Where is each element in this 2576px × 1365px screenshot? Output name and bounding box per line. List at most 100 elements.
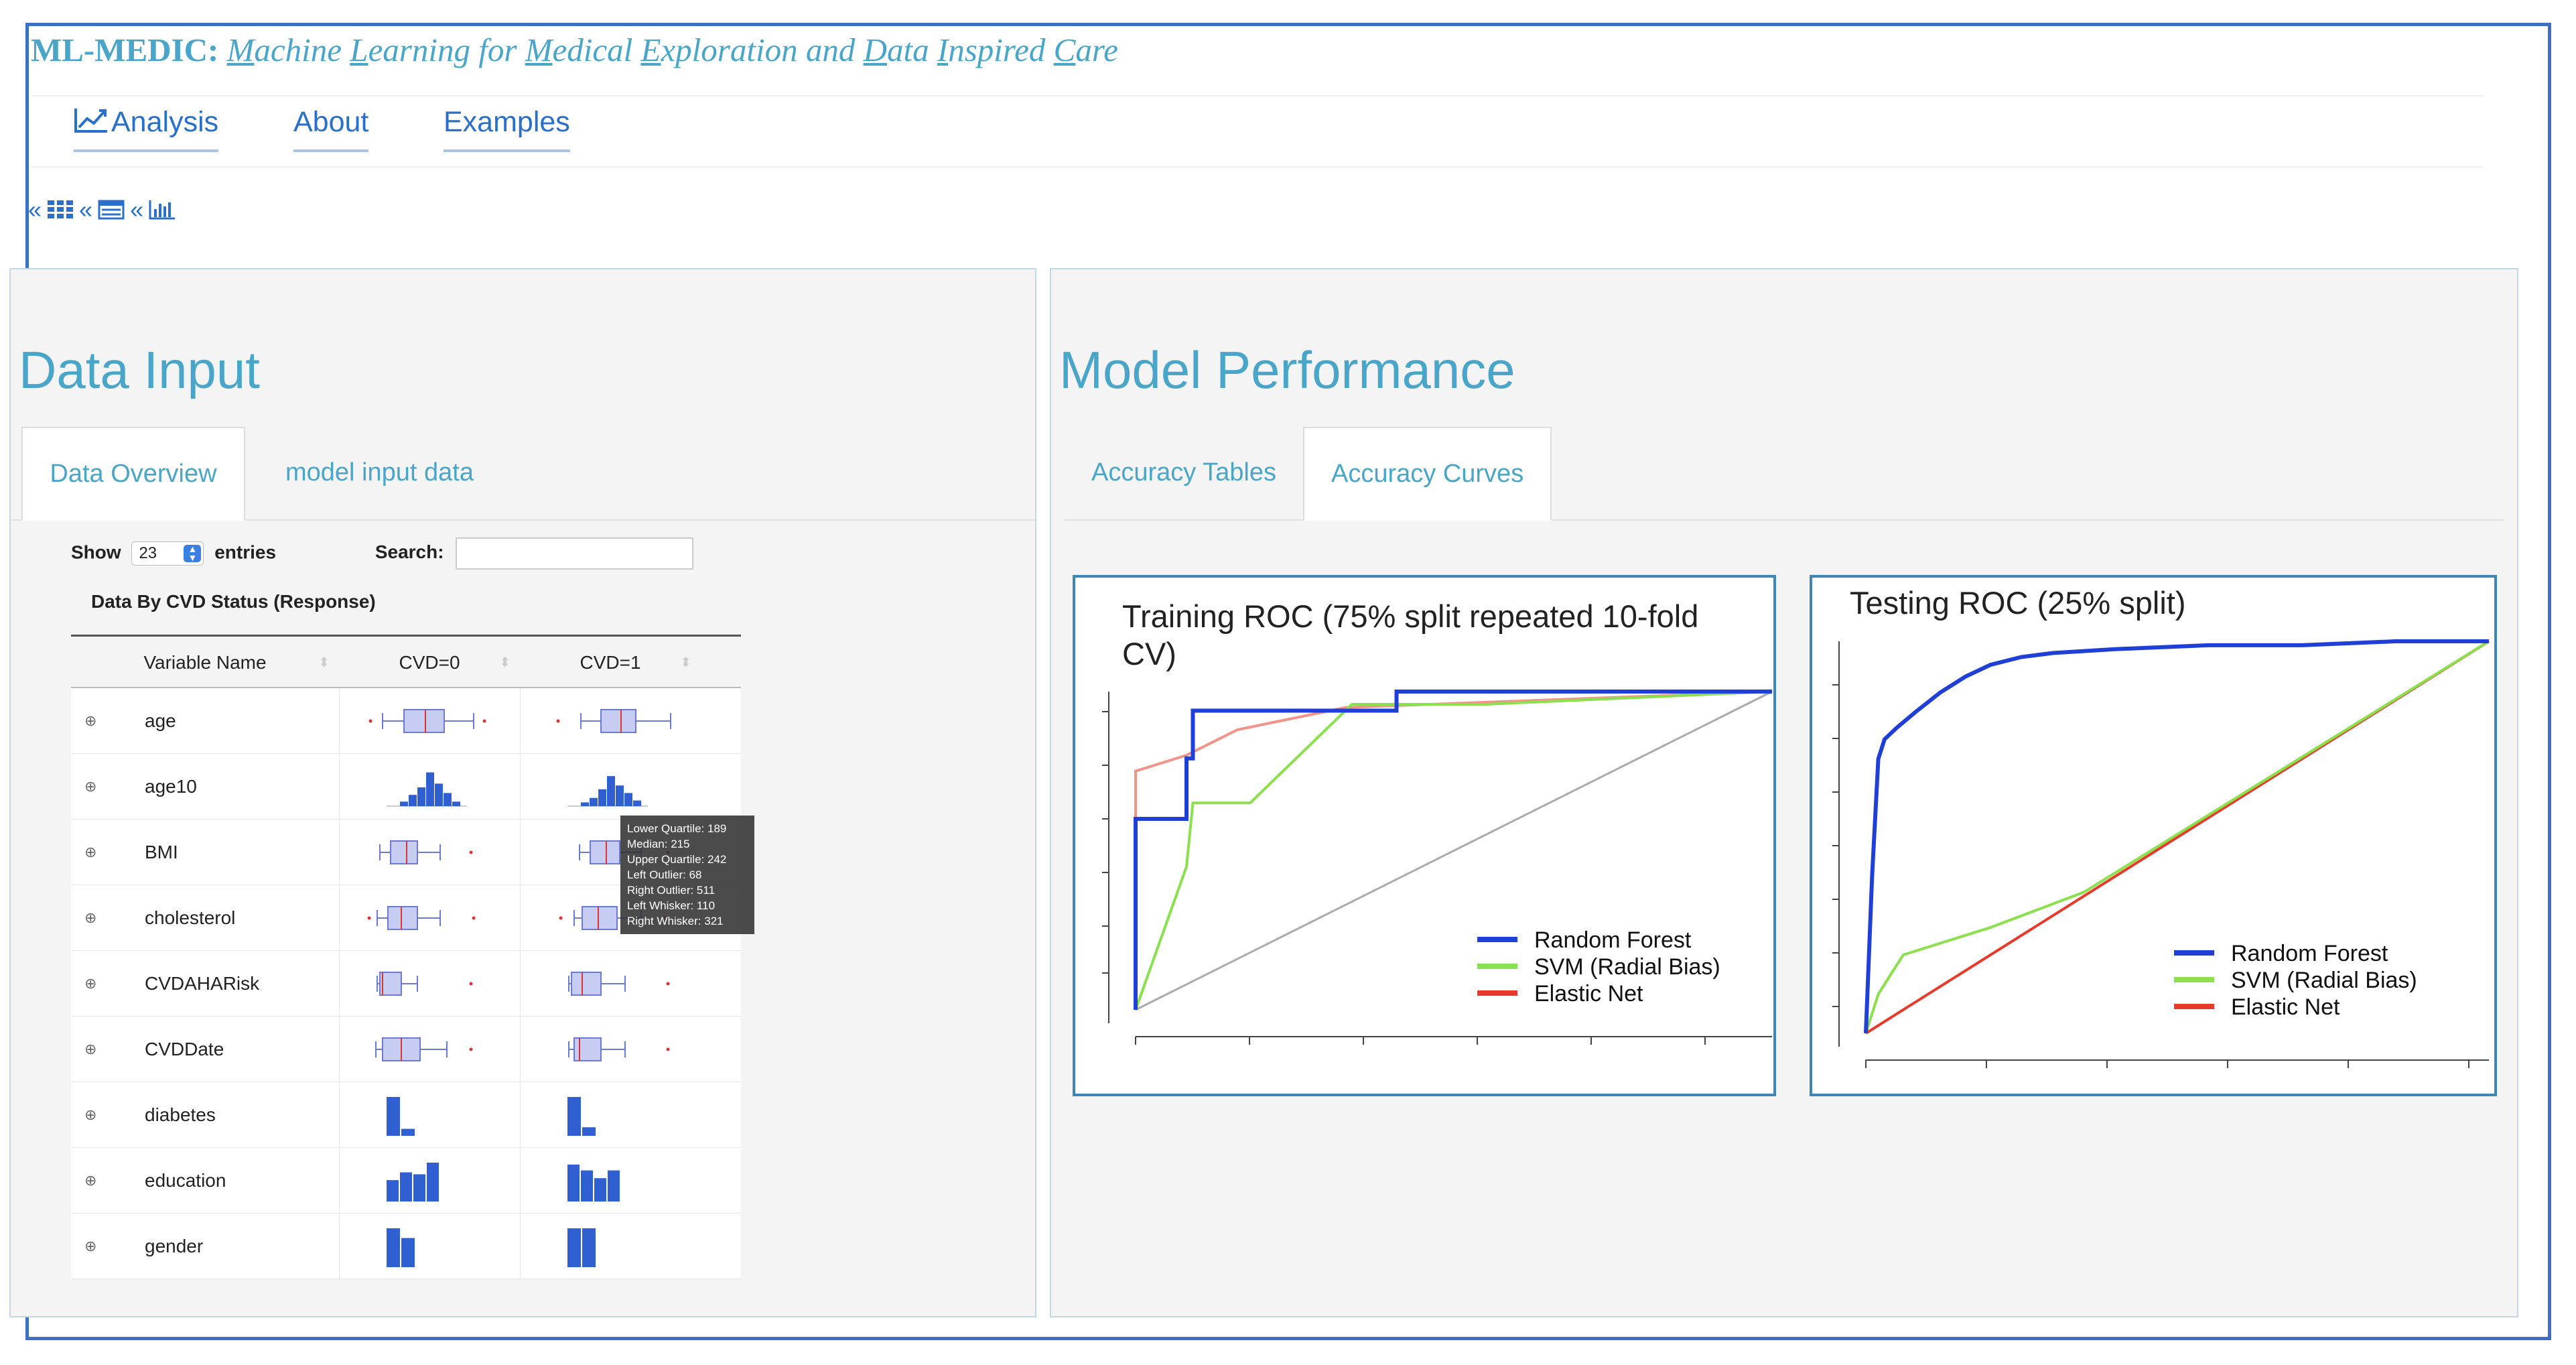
table-controls: Show 23 ▲ ▼ entries Search: (71, 537, 694, 570)
expand-row-icon[interactable]: ⊕ (84, 688, 111, 754)
tab-model-input-data[interactable]: model input data (259, 427, 500, 521)
cvd1-cell (520, 688, 701, 754)
brand-word: edical (552, 31, 633, 68)
histogram-sparkline[interactable] (521, 1148, 701, 1214)
variable-name: cholesterol (145, 907, 236, 928)
histogram-sparkline[interactable] (340, 1214, 521, 1279)
cvd0-cell (339, 688, 520, 754)
expand-row-icon[interactable]: ⊕ (84, 1148, 111, 1214)
table-row[interactable]: ⊕ CVDDate (71, 1017, 741, 1082)
boxplot-sparkline[interactable] (340, 951, 521, 1017)
tooltip-line: Left Outlier: 68 (627, 868, 702, 881)
entries-select-value: 23 (139, 544, 157, 562)
expand-row-icon[interactable]: ⊕ (84, 951, 111, 1017)
boxplot-sparkline[interactable] (521, 1017, 701, 1082)
sort-icon: ⬍ (499, 655, 511, 670)
histogram-sparkline[interactable] (521, 1082, 701, 1148)
cvd0-cell (339, 951, 520, 1017)
roc-plot: Random ForestSVM (Radial Bias)Elastic Ne… (1832, 639, 2490, 1068)
table-row[interactable]: ⊕ age (71, 688, 741, 754)
expand-row-icon[interactable]: ⊕ (84, 754, 111, 820)
column-header-cvd1[interactable]: CVD=1 ⬍ (520, 637, 701, 689)
divider (31, 95, 2483, 96)
boxplot-sparkline[interactable] (521, 951, 701, 1017)
search-input[interactable] (456, 537, 694, 570)
expand-row-icon[interactable]: ⊕ (84, 885, 111, 951)
brand-subtitle: Machine Learning for Medical Exploration… (227, 31, 1118, 68)
histogram-sparkline[interactable] (340, 1082, 521, 1148)
boxplot-sparkline[interactable] (521, 688, 701, 754)
brand-initial: I (937, 31, 949, 68)
boxplot-sparkline[interactable] (340, 820, 521, 885)
table-row[interactable]: ⊕ age10 (71, 754, 741, 820)
tab-accuracy-curves[interactable]: Accuracy Curves (1303, 427, 1552, 521)
model-performance-panel: Model Performance Accuracy Tables Accura… (1050, 268, 2518, 1317)
legend-label: Random Forest (1534, 927, 1692, 953)
cvd0-cell (339, 820, 520, 885)
column-label: Variable Name (143, 652, 267, 673)
breadcrumb-separator: « (130, 196, 144, 223)
model-performance-tabs: Accuracy Tables Accuracy Curves (1065, 427, 2504, 521)
sort-icon: ⬍ (318, 655, 330, 670)
nav-analysis[interactable]: Analysis (74, 106, 219, 152)
histogram-sparkline[interactable] (521, 754, 701, 820)
variable-name: education (145, 1170, 226, 1191)
nav-examples-label: Examples (444, 106, 570, 138)
brand-word: are (1075, 31, 1118, 68)
training-roc-chart: Training ROC (75% split repeated 10-fold… (1073, 575, 1776, 1096)
legend-label: SVM (Radial Bias) (1534, 954, 1720, 980)
cvd1-cell (520, 1017, 701, 1082)
legend-label: Random Forest (2231, 941, 2388, 966)
app-title: ML-MEDIC: Machine Learning for Medical E… (31, 31, 1118, 69)
table-icon[interactable] (98, 200, 125, 220)
expand-row-icon[interactable]: ⊕ (84, 820, 111, 885)
brand-initial: M (226, 31, 255, 68)
search-label: Search: (375, 541, 444, 563)
variable-name: CVDDate (145, 1039, 224, 1059)
brand-initial: E (640, 31, 661, 68)
cvd0-cell (339, 1082, 520, 1148)
boxplot-sparkline[interactable] (340, 688, 521, 754)
table-row[interactable]: ⊕ CVDAHARisk (71, 951, 741, 1017)
brand-word: earning (368, 31, 470, 68)
cvd0-cell (339, 885, 520, 951)
sort-icon: ⬍ (680, 655, 691, 670)
grid-icon[interactable] (47, 200, 74, 220)
expand-row-icon[interactable]: ⊕ (84, 1214, 111, 1279)
entries-select[interactable]: 23 ▲ ▼ (131, 541, 204, 566)
legend-label: Elastic Net (1534, 981, 1643, 1006)
brand-title: ML-MEDIC: (31, 31, 219, 68)
table-header: Variable Name ⬍ CVD=0 ⬍ CVD=1 ⬍ (71, 635, 741, 688)
breadcrumb-separator: « (28, 196, 42, 223)
bar-chart-icon[interactable] (149, 200, 176, 220)
brand-word: xploration (661, 31, 798, 68)
expand-row-icon[interactable]: ⊕ (84, 1017, 111, 1082)
cvd0-cell (339, 1148, 520, 1214)
expand-row-icon[interactable]: ⊕ (84, 1082, 111, 1148)
tab-accuracy-tables[interactable]: Accuracy Tables (1065, 427, 1303, 521)
table-row[interactable]: ⊕ diabetes (71, 1082, 741, 1148)
nav-examples[interactable]: Examples (444, 106, 570, 152)
table-row[interactable]: ⊕ gender (71, 1214, 741, 1279)
tooltip-line: Left Whisker: 110 (627, 899, 716, 912)
column-label: CVD=1 (580, 652, 641, 673)
tooltip-line: Right Whisker: 321 (627, 915, 724, 927)
variable-name: gender (145, 1236, 204, 1256)
cvd1-cell (520, 1148, 701, 1214)
tab-data-overview[interactable]: Data Overview (21, 427, 245, 521)
boxplot-sparkline[interactable] (340, 885, 521, 951)
variable-name: BMI (145, 842, 178, 862)
column-header-variable-name[interactable]: Variable Name ⬍ (71, 637, 339, 689)
brand-word: achine (254, 31, 342, 68)
histogram-sparkline[interactable] (340, 754, 521, 820)
tooltip-line: Median: 215 (627, 838, 690, 850)
nav-about[interactable]: About (293, 106, 369, 152)
table-row[interactable]: ⊕ education (71, 1148, 741, 1214)
histogram-sparkline[interactable] (521, 1214, 701, 1279)
brand-initial: D (863, 31, 887, 68)
histogram-sparkline[interactable] (340, 1148, 521, 1214)
boxplot-sparkline[interactable] (340, 1017, 521, 1082)
cvd0-cell (339, 1214, 520, 1279)
data-input-title: Data Input (19, 340, 260, 399)
column-header-cvd0[interactable]: CVD=0 ⬍ (339, 637, 520, 689)
